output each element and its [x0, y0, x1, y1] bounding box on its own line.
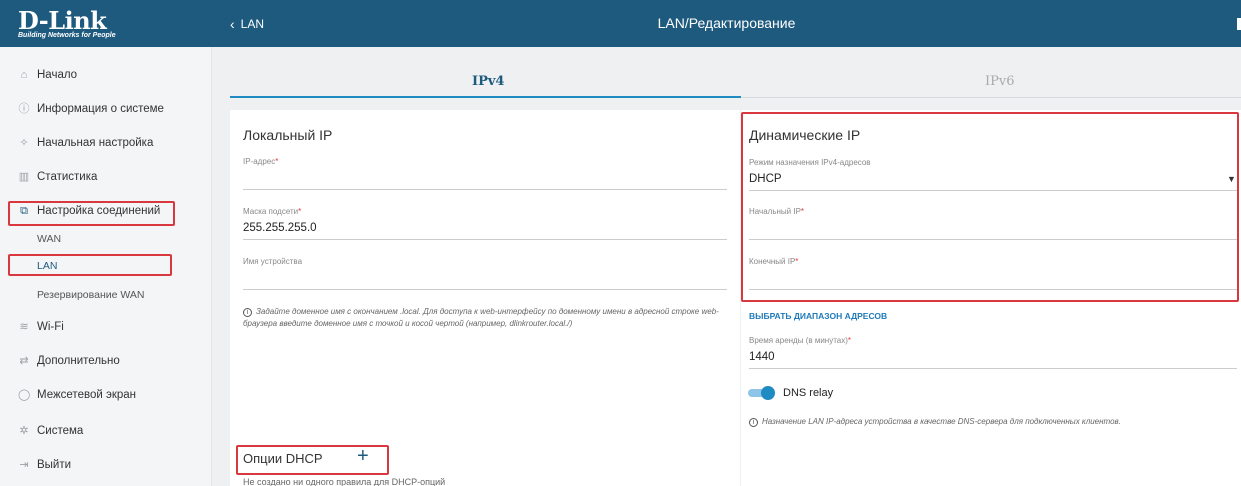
caret-down-icon[interactable]: ▼: [1227, 174, 1236, 184]
info-icon: i: [243, 308, 252, 317]
sidebar-item-firewall[interactable]: ◯ Межсетевой экран: [18, 389, 136, 401]
start-ip-label: Начальный IP*: [749, 207, 805, 216]
device-name-underline: [243, 289, 727, 290]
menu-icon[interactable]: [1237, 18, 1241, 30]
highlight-lan: [8, 254, 172, 276]
toggle-knob: [761, 386, 775, 400]
sidebar-item-label: Межсетевой экран: [37, 389, 137, 401]
dns-relay-label: DNS relay: [783, 387, 834, 399]
sliders-icon: ⇄: [19, 355, 29, 367]
sidebar-item-label: Начальная настройка: [37, 137, 154, 149]
sidebar-item-label: Информация о системе: [37, 103, 164, 115]
info-icon: ⓘ: [18, 103, 30, 115]
local-ip-title: Локальный IP: [243, 127, 333, 143]
sidebar-item-system[interactable]: ✲ Система: [18, 425, 83, 437]
brand-name: D-Link: [18, 6, 107, 35]
gear-icon: ✲: [19, 425, 29, 437]
sidebar-item-wifi[interactable]: ≋ Wi-Fi: [18, 321, 64, 333]
dhcp-options-empty: Не создано ни одного правила для DHCP-оп…: [243, 477, 446, 486]
sidebar-item-advanced[interactable]: ⇄ Дополнительно: [18, 355, 120, 367]
dns-relay-hint: i Назначение LAN IP-адреса устройства в к…: [749, 416, 1229, 428]
sidebar: ⌂ Начало ⓘ Информация о системе ✧ Началь…: [0, 47, 212, 486]
subnet-mask-label: Маска подсети*: [243, 207, 302, 216]
wand-icon: ✧: [19, 137, 29, 149]
ip-address-label: IP-адрес*: [243, 157, 279, 166]
sidebar-item-label: Статистика: [37, 171, 98, 183]
assign-mode-underline: [749, 190, 1237, 191]
sidebar-subitem-wan[interactable]: WAN: [37, 233, 61, 245]
select-range-link[interactable]: ВЫБРАТЬ ДИАПАЗОН АДРЕСОВ: [749, 311, 887, 321]
wifi-icon: ≋: [19, 321, 29, 333]
highlight-connections: [8, 201, 175, 226]
assign-mode-label: Режим назначения IPv4-адресов: [749, 158, 871, 167]
sidebar-item-label: Система: [37, 425, 84, 437]
sidebar-item-label: Дополнительно: [37, 355, 120, 367]
local-ip-card: Локальный IP IP-адрес* Маска подсети* 25…: [230, 110, 740, 486]
info-icon: i: [749, 418, 758, 427]
sidebar-item-initial-setup[interactable]: ✧ Начальная настройка: [18, 137, 153, 149]
lease-time-underline: [749, 368, 1237, 369]
home-icon: ⌂: [20, 69, 28, 81]
highlight-dhcp-options: [236, 445, 389, 475]
dns-relay-toggle[interactable]: [746, 386, 776, 400]
active-tab-indicator: [230, 96, 741, 98]
sidebar-item-label: Начало: [37, 69, 78, 81]
domain-hint: i Задайте доменное имя с окончанием .loca…: [243, 307, 719, 328]
header-bar: ‹ LAN LAN/Редактирование: [212, 0, 1241, 47]
lease-time-input[interactable]: 1440: [749, 351, 775, 363]
start-ip-underline: [749, 239, 1237, 240]
dynamic-ip-card: Динамические IP Режим назначения IPv4-ад…: [741, 110, 1241, 486]
dynamic-ip-title: Динамические IP: [749, 127, 861, 143]
lease-time-label: Время аренды (в минутах)*: [749, 336, 852, 345]
page-title: LAN/Редактирование: [657, 15, 796, 31]
shield-icon: ◯: [18, 389, 31, 401]
ip-address-underline: [243, 189, 727, 190]
brand-tagline: Building Networks for People: [18, 32, 116, 39]
tab-ipv4[interactable]: IPv4: [472, 74, 504, 89]
sidebar-item-system-info[interactable]: ⓘ Информация о системе: [18, 103, 164, 115]
subnet-mask-input[interactable]: 255.255.255.0: [243, 222, 317, 234]
sidebar-item-statistics[interactable]: ▥ Статистика: [18, 171, 98, 183]
chart-icon: ▥: [18, 171, 30, 183]
end-ip-label: Конечный IP*: [749, 257, 799, 266]
assign-mode-select[interactable]: DHCP: [749, 173, 782, 185]
sidebar-item-label: Выйти: [37, 459, 72, 471]
sidebar-item-label: Wi-Fi: [37, 321, 64, 333]
tab-ipv6[interactable]: IPv6: [985, 74, 1015, 89]
sidebar-item-logout[interactable]: ⇥ Выйти: [18, 459, 71, 471]
device-name-label: Имя устройства: [243, 257, 303, 266]
end-ip-underline: [749, 289, 1237, 290]
subnet-mask-underline: [243, 239, 727, 240]
logout-icon: ⇥: [19, 459, 29, 471]
sidebar-subitem-wan-reserve[interactable]: Резервирование WAN: [37, 289, 144, 301]
tab-divider: [741, 97, 1241, 98]
sidebar-item-home[interactable]: ⌂ Начало: [18, 69, 77, 81]
logo: D-Link Building Networks for People: [0, 0, 212, 47]
